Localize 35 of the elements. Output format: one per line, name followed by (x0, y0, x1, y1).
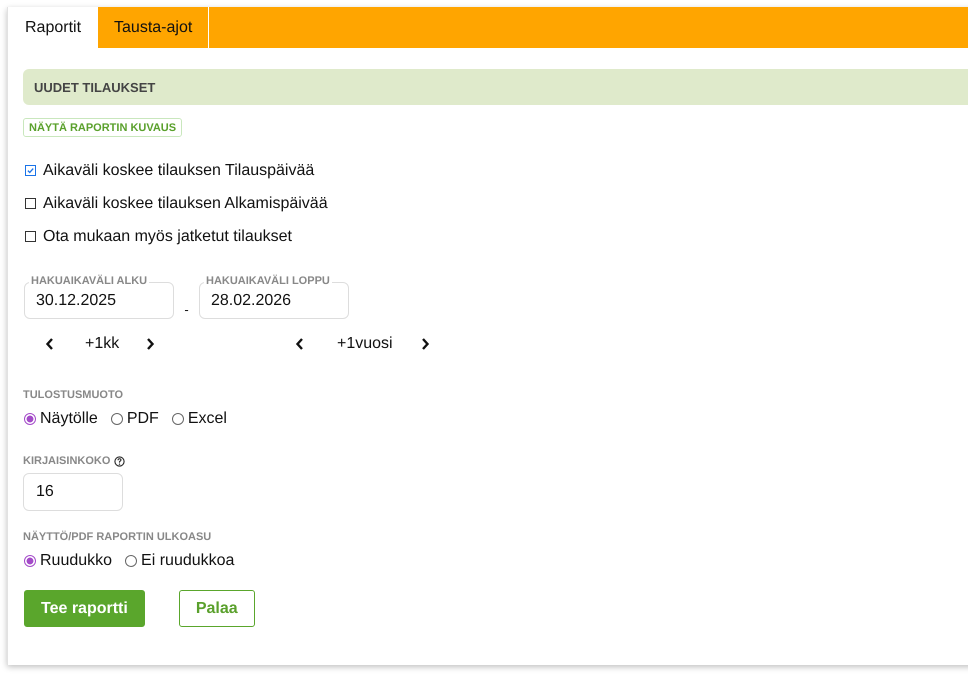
checkbox[interactable] (25, 231, 36, 242)
font-size-field[interactable]: 16 (23, 473, 123, 511)
radio-label: Näytölle (40, 410, 98, 428)
range-separator: - (183, 302, 190, 317)
field-value: 16 (36, 483, 54, 501)
date-field[interactable]: HAKUAIKAVÄLI ALKU 30.12.2025 (24, 275, 174, 319)
checkbox-label: Ota mukaan myös jatketut tilaukset (43, 228, 292, 246)
chevron-left-icon[interactable] (45, 337, 55, 351)
field-value: 28.02.2026 (211, 292, 292, 310)
radio-button[interactable] (24, 413, 36, 425)
checkbox-label: Aikaväli koskee tilauksen Tilauspäivää (43, 162, 314, 180)
checkbox[interactable] (25, 198, 36, 209)
step-label[interactable]: +1kk (85, 335, 120, 353)
section-label: KIRJAISINKOKO (23, 455, 110, 467)
section-label: TULOSTUSMUOTO (23, 389, 124, 401)
radio-button[interactable] (24, 555, 36, 567)
checkbox-label: Aikaväli koskee tilauksen Alkamispäivää (43, 194, 328, 212)
help-icon[interactable] (114, 456, 126, 466)
radio-label: Ruudukko (40, 552, 112, 570)
report-title: UUDET TILAUKSET (34, 80, 156, 94)
tab[interactable]: Raportit (8, 7, 98, 48)
chevron-right-icon[interactable] (145, 337, 156, 351)
chevron-right-icon[interactable] (420, 337, 430, 351)
radio-button[interactable] (172, 413, 184, 425)
radio-label: Ei ruudukkoa (141, 552, 234, 570)
date-field[interactable]: HAKUAIKAVÄLI LOPPU 28.02.2026 (199, 275, 349, 319)
chevron-left-icon[interactable] (295, 337, 305, 351)
radio-label: Excel (188, 410, 227, 428)
checkbox[interactable] (25, 165, 36, 176)
section-label: NÄYTTÖ/PDF RAPORTIN ULKOASU (23, 531, 212, 543)
step-label[interactable]: +1vuosi (337, 335, 393, 353)
radio-button[interactable] (110, 413, 123, 425)
radio-button[interactable] (125, 555, 138, 567)
field-value: 30.12.2025 (36, 292, 116, 310)
radio-label: PDF (126, 410, 159, 428)
